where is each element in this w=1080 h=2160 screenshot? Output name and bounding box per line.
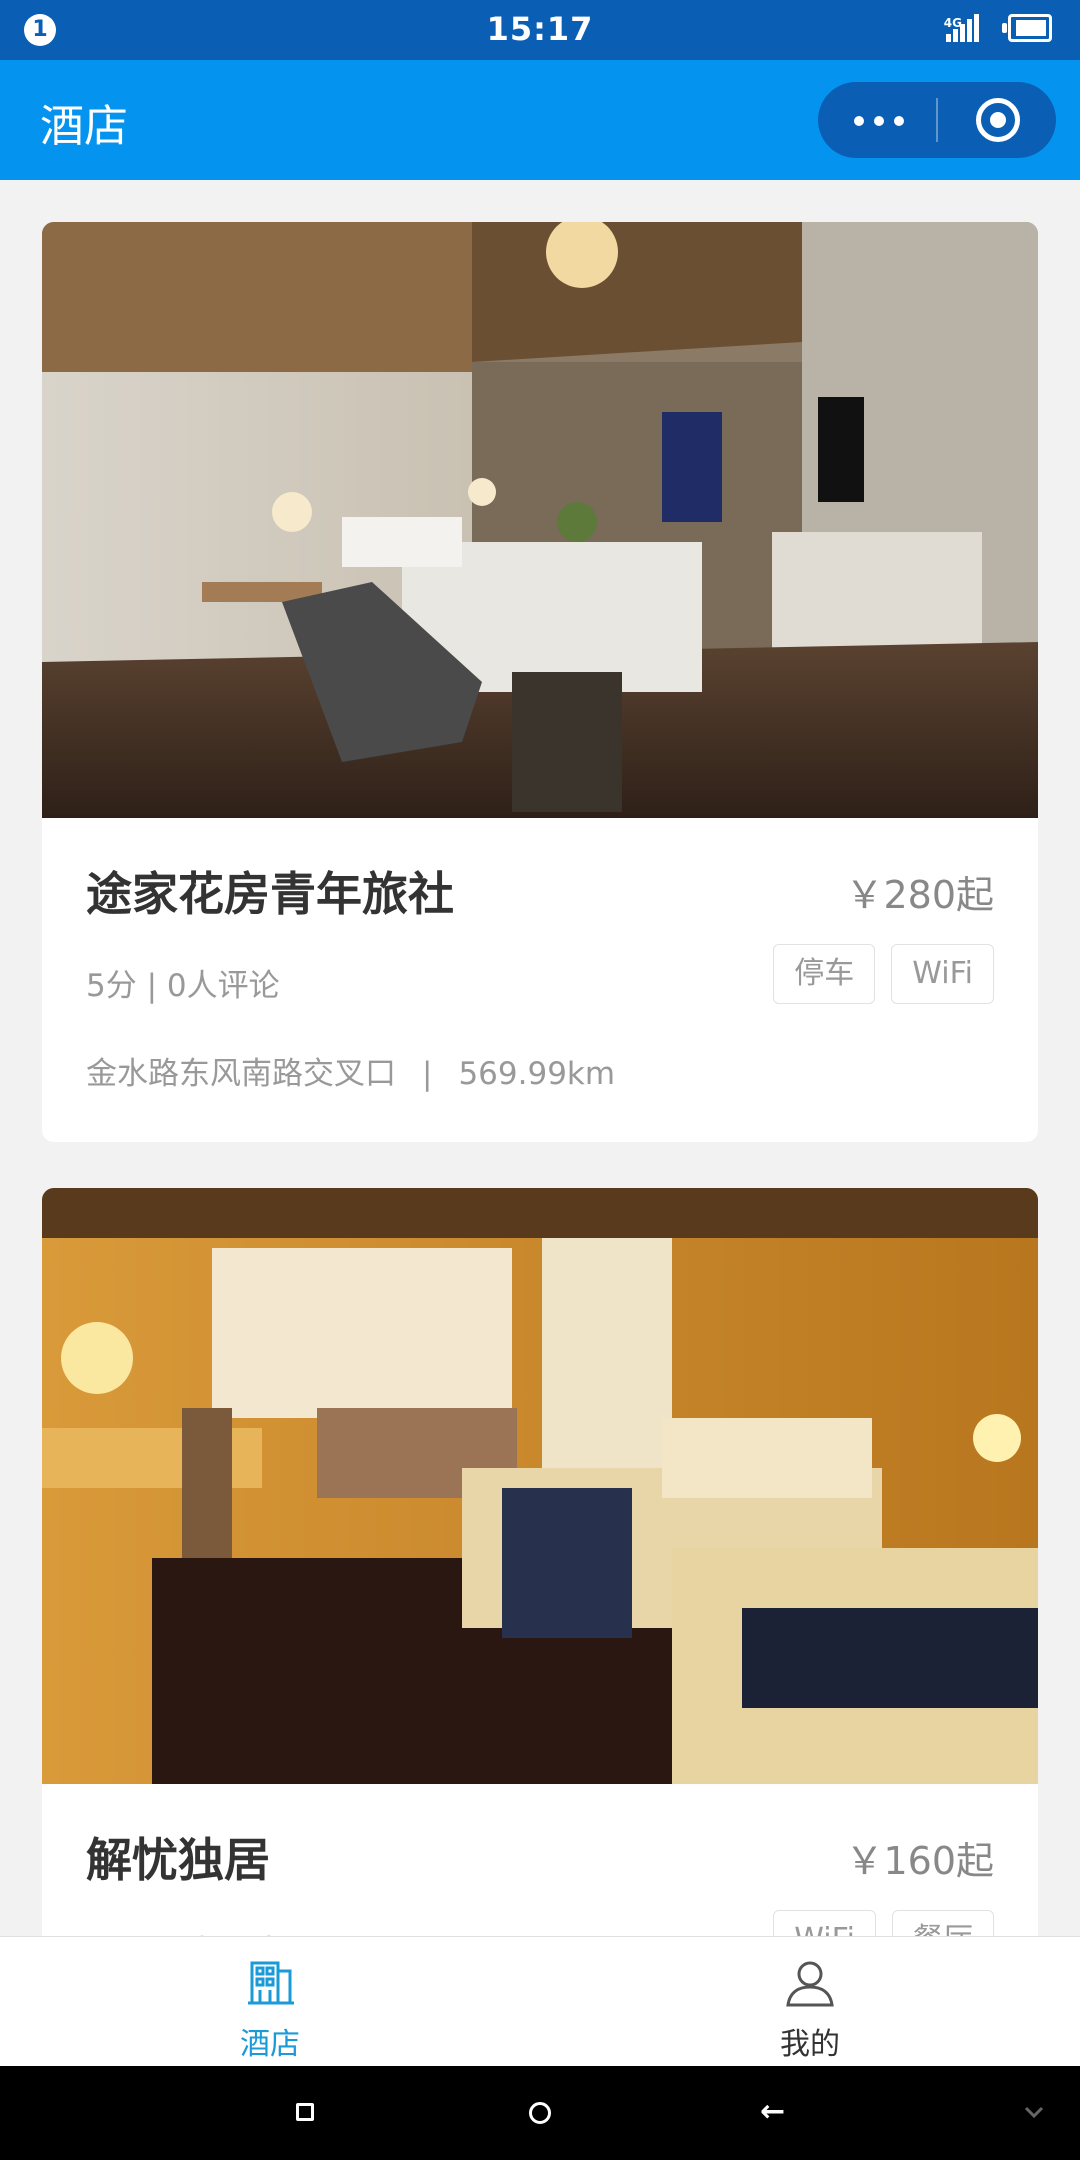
signal-icon [946,14,980,42]
hotel-address: 金水路东风南路交叉口 [86,1056,396,1092]
amenity-tag-restaurant: 餐厅 [892,1910,994,1936]
hotel-building-icon [248,1961,294,2005]
more-dots-icon[interactable] [854,106,924,134]
hotel-name: 解忧独居 [86,1833,270,1887]
hotel-card[interactable]: 途家花房青年旅社 ￥280起 5分 | 0人评论 停车 WiFi 金水路东风南路… [42,222,1038,1142]
system-nav-bar: ← [0,2066,1080,2160]
hotel-card[interactable]: 解忧独居 ￥160起 5分 | 0人评论 WiFi 餐厅 [42,1188,1038,1936]
status-bar: 1 15:17 4G [0,0,1080,60]
home-icon[interactable] [529,2102,551,2124]
hotel-rating: 5分 | 0人评论 [86,968,280,1004]
amenity-tags: WiFi 餐厅 [773,1910,994,1936]
amenity-tag-wifi: WiFi [773,1910,876,1936]
amenity-tag-parking: 停车 [773,944,876,1004]
battery-icon [1002,14,1052,42]
mini-program-capsule [818,82,1056,158]
hotel-address-line: 金水路东风南路交叉口 | 569.99km [86,1048,615,1093]
page-title: 酒店 [40,101,128,152]
amenity-tag-wifi: WiFi [891,944,994,1004]
header: 酒店 [0,60,1080,180]
target-circle-icon[interactable] [976,98,1020,142]
hotel-list: 途家花房青年旅社 ￥280起 5分 | 0人评论 停车 WiFi 金水路东风南路… [0,180,1080,1936]
amenity-tags: 停车 WiFi [773,944,994,1004]
recent-apps-icon[interactable] [296,2103,314,2121]
tab-bar: 酒店 我的 [0,1936,1080,2066]
back-arrow-icon[interactable]: ← [760,2094,785,2129]
hotel-price: ￥160起 [845,1839,994,1883]
hotel-rating: 5分 | 0人评论 [86,1926,280,1936]
hotel-name: 途家花房青年旅社 [86,867,454,921]
hotel-photo [42,1188,1038,1784]
tab-mine[interactable]: 我的 [540,1937,1080,2067]
tab-hotel-label: 酒店 [240,2027,300,2062]
user-icon [786,1961,834,2007]
tab-hotel[interactable]: 酒店 [0,1937,540,2067]
capsule-divider [936,98,938,142]
address-divider: | [422,1056,433,1092]
hotel-photo [42,222,1038,818]
hotel-price: ￥280起 [845,873,994,917]
chevron-down-icon[interactable] [1020,2098,1048,2126]
tab-mine-label: 我的 [780,2027,840,2062]
hotel-distance: 569.99km [458,1056,616,1092]
status-time: 15:17 [486,10,594,48]
